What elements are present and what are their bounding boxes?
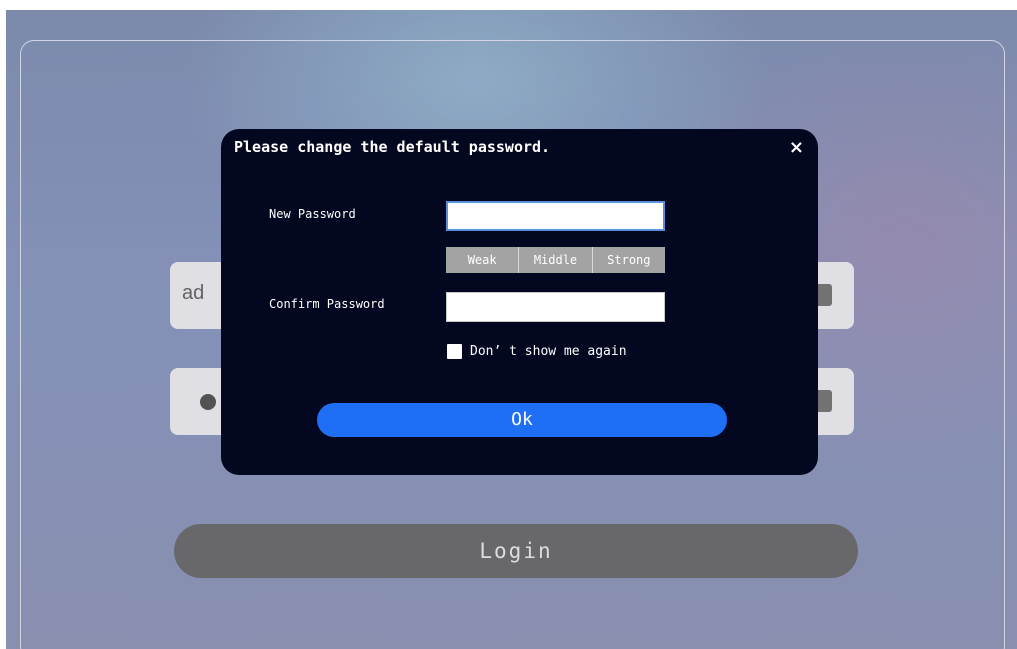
dont-show-again-option[interactable]: Don’ t show me again [447,344,627,359]
confirm-password-label: Confirm Password [269,297,385,311]
confirm-password-field[interactable] [446,292,665,322]
dont-show-label: Don’ t show me again [470,344,627,359]
new-password-label: New Password [269,207,356,221]
strength-middle: Middle [519,247,593,273]
dont-show-checkbox[interactable] [447,344,462,359]
password-strength-meter: Weak Middle Strong [446,247,665,273]
strength-strong: Strong [592,247,665,273]
ok-button[interactable]: Ok [317,403,727,437]
strength-weak: Weak [446,247,520,273]
new-password-field[interactable] [446,201,665,231]
dialog-title: Please change the default password. [234,138,551,156]
change-password-dialog: Please change the default password. × Ne… [221,129,818,475]
close-icon[interactable]: × [789,137,804,158]
